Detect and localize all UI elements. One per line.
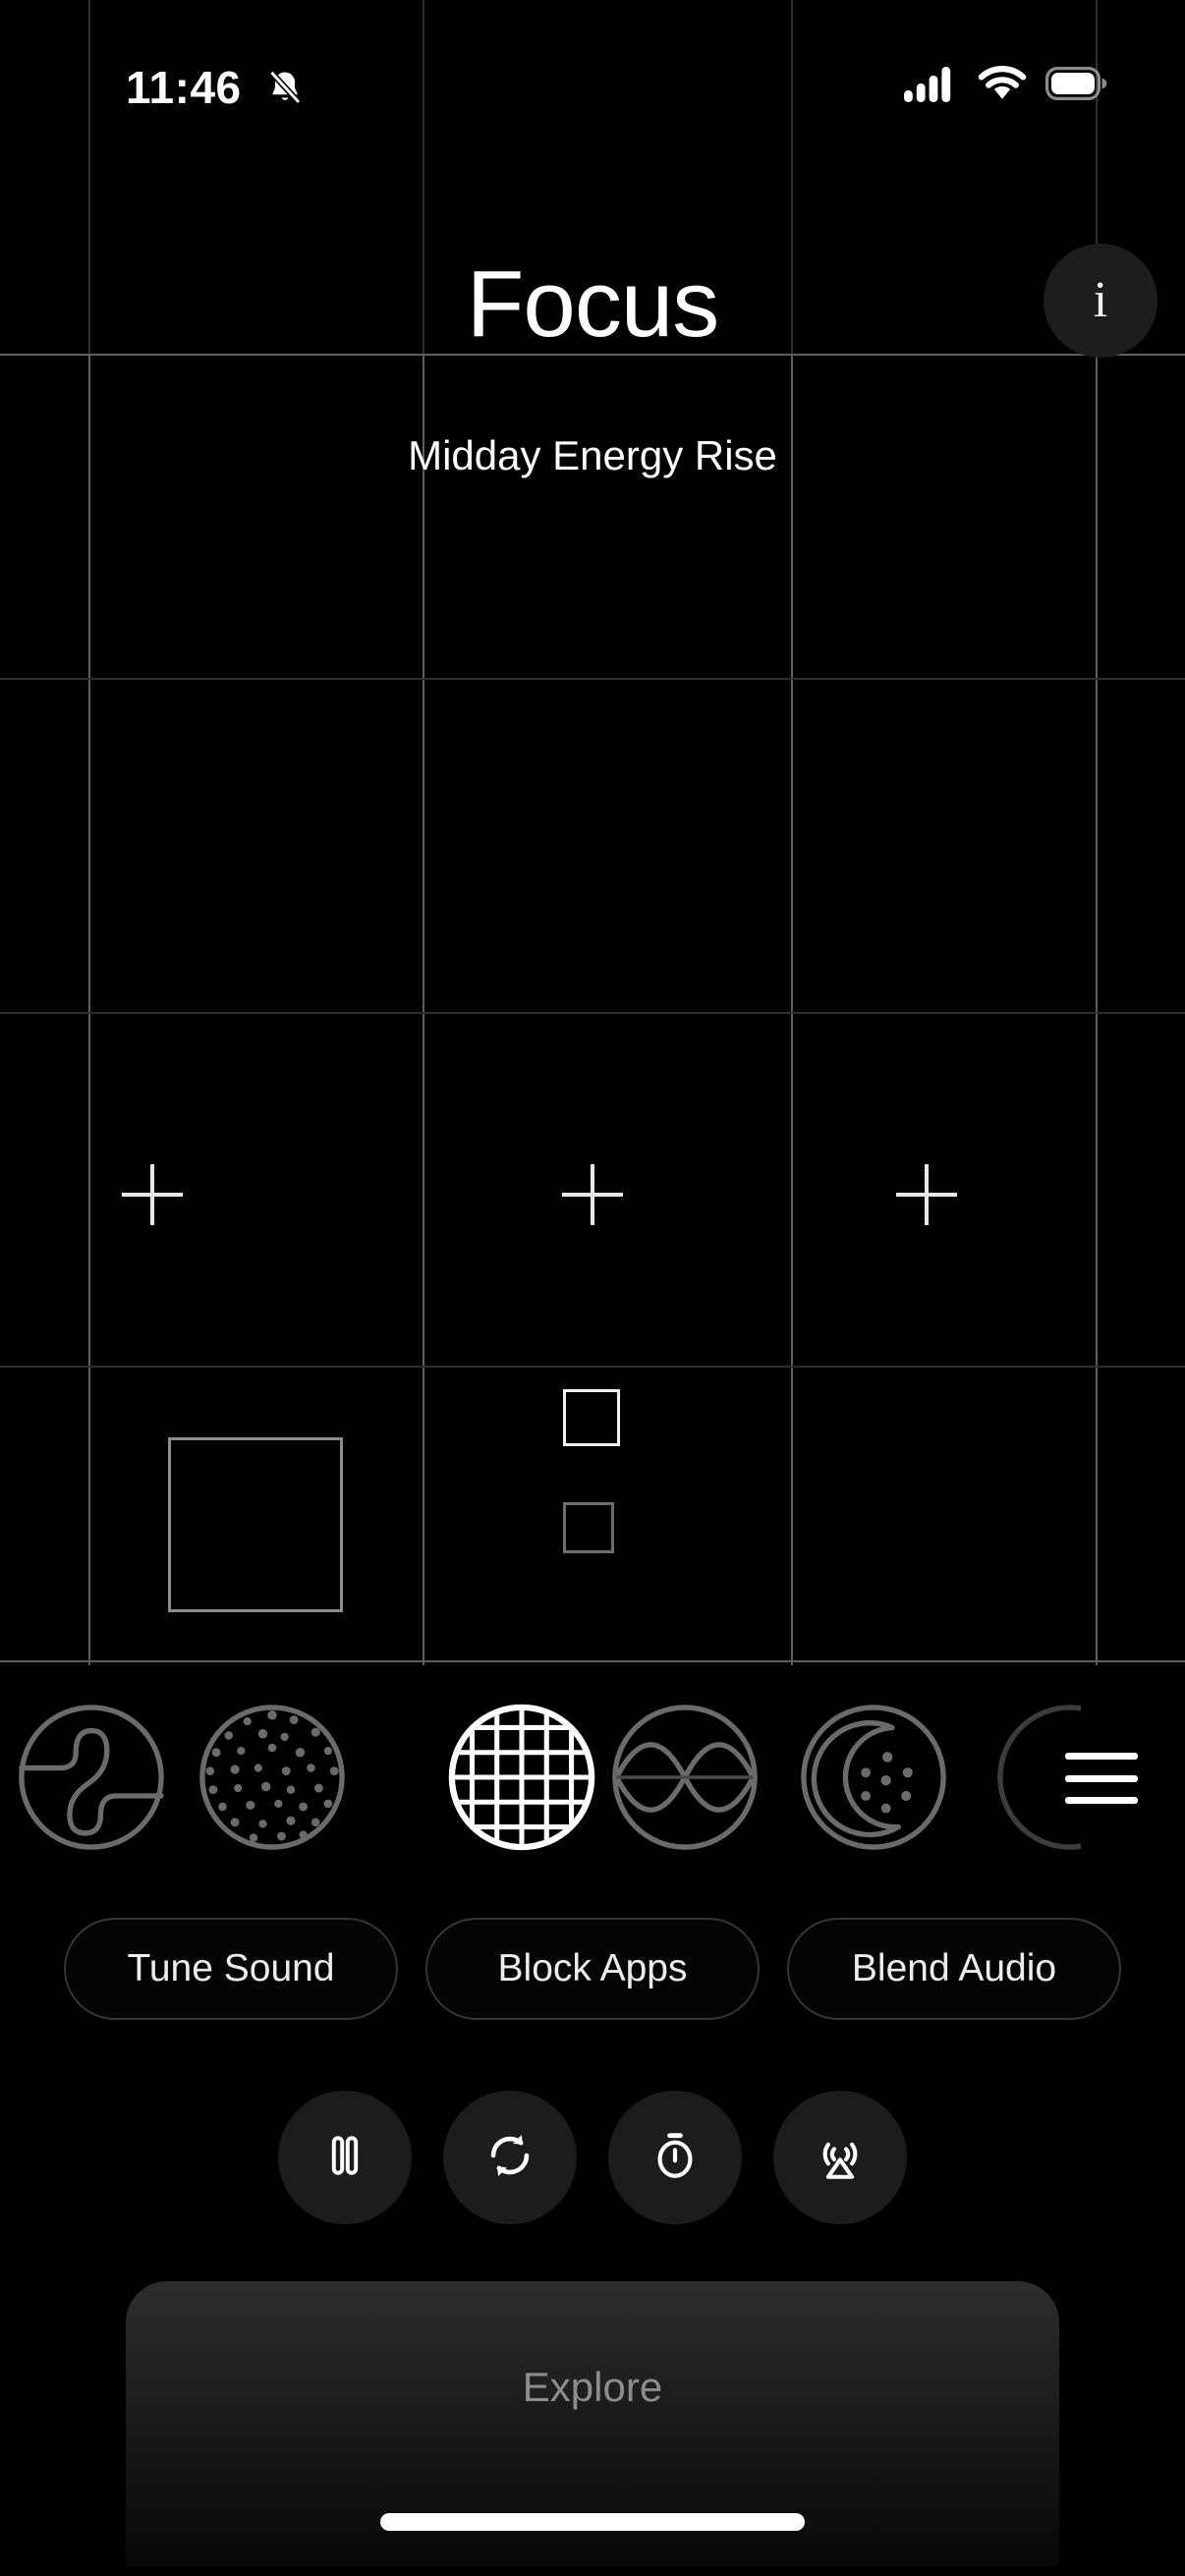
loop-arrows-icon (481, 2127, 538, 2189)
mode-icon-strip (0, 1700, 1185, 1867)
airplay-broadcast-icon (812, 2127, 869, 2189)
page-subtitle: Midday Energy Rise (408, 432, 777, 478)
status-time: 11:46 (126, 62, 242, 113)
home-indicator[interactable] (380, 2513, 805, 2531)
plus-marker-left[interactable] (122, 1164, 183, 1225)
app-screen: 11:46 Focus Midday Energy Rise i Tune So… (0, 0, 1185, 2576)
hamburger-line (1065, 1753, 1138, 1760)
bell-slash-icon (263, 67, 307, 115)
tune-sound-button[interactable]: Tune Sound (64, 1918, 398, 2020)
squiggle-wave-icon[interactable] (14, 1700, 169, 1855)
hamburger-menu-icon[interactable] (1065, 1753, 1138, 1804)
pause-button[interactable] (278, 2091, 412, 2224)
loop-button[interactable] (443, 2091, 577, 2224)
mesh-grid-icon[interactable] (444, 1700, 599, 1855)
timer-button[interactable] (608, 2091, 742, 2224)
hamburger-line (1065, 1797, 1138, 1804)
block-apps-button[interactable]: Block Apps (425, 1918, 760, 2020)
status-bar: 11:46 (0, 0, 1185, 138)
moon-stars-icon[interactable] (796, 1700, 951, 1855)
page-title: Focus (466, 252, 719, 357)
square-small-upper[interactable] (563, 1389, 620, 1446)
info-button[interactable]: i (1044, 244, 1157, 358)
square-large-left[interactable] (168, 1437, 343, 1612)
plus-marker-center[interactable] (562, 1164, 623, 1225)
square-small-lower[interactable] (563, 1502, 614, 1553)
action-button-row: Tune Sound Block Apps Blend Audio (0, 1918, 1185, 2020)
sine-cross-icon[interactable] (607, 1700, 762, 1855)
transport-control-row (0, 2091, 1185, 2224)
battery-full-icon (1045, 67, 1108, 105)
status-indicators (904, 65, 1108, 107)
stopwatch-icon (648, 2128, 703, 2188)
pause-icon (317, 2128, 372, 2188)
explore-label: Explore (522, 2364, 663, 2410)
wifi-icon (977, 65, 1028, 107)
hamburger-line (1065, 1774, 1138, 1782)
airplay-button[interactable] (773, 2091, 907, 2224)
blend-audio-button[interactable]: Blend Audio (787, 1918, 1121, 2020)
speckle-dots-icon[interactable] (195, 1700, 350, 1855)
cellular-bars-icon (904, 65, 959, 107)
plus-marker-right[interactable] (896, 1164, 957, 1225)
